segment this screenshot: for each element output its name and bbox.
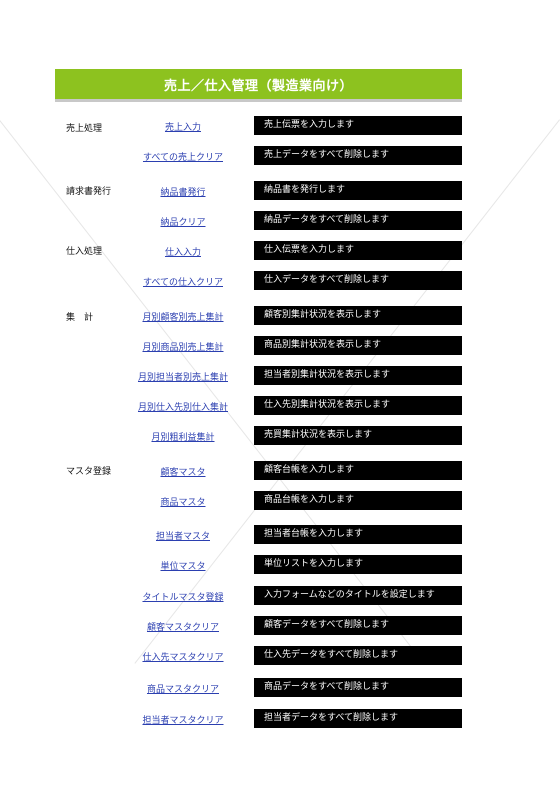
watermark-line — [134, 119, 560, 664]
menu-link[interactable]: 納品クリア — [103, 215, 263, 228]
menu-link[interactable]: 仕入入力 — [103, 245, 263, 258]
menu-link[interactable]: 単位マスタ — [103, 559, 263, 572]
menu-link[interactable]: 月別仕入先別仕入集計 — [103, 400, 263, 413]
menu-link[interactable]: 担当者マスタ — [103, 529, 263, 542]
description-box: 顧客データをすべて削除します — [254, 616, 462, 635]
menu-link[interactable]: タイトルマスタ登録 — [103, 590, 263, 603]
menu-link[interactable]: 商品マスタ — [103, 495, 263, 508]
description-box: 単位リストを入力します — [254, 555, 462, 574]
description-box: 入力フォームなどのタイトルを設定します — [254, 586, 462, 605]
description-box: 商品別集計状況を表示します — [254, 336, 462, 355]
menu-link[interactable]: 月別粗利益集計 — [103, 430, 263, 443]
description-box: 顧客別集計状況を表示します — [254, 306, 462, 325]
description-box: 売上データをすべて削除します — [254, 146, 462, 165]
description-box: 担当者別集計状況を表示します — [254, 366, 462, 385]
description-box: 仕入データをすべて削除します — [254, 271, 462, 290]
menu-link[interactable]: 月別担当者別売上集計 — [103, 370, 263, 383]
menu-link[interactable]: 月別顧客別売上集計 — [103, 310, 263, 323]
menu-link[interactable]: 月別商品別売上集計 — [103, 340, 263, 353]
description-box: 担当者台帳を入力します — [254, 525, 462, 544]
menu-link[interactable]: 顧客マスタクリア — [103, 620, 263, 633]
page-title: 売上／仕入管理（製造業向け） — [55, 69, 462, 99]
description-box: 売買集計状況を表示します — [254, 426, 462, 445]
description-box: 仕入伝票を入力します — [254, 241, 462, 260]
description-box: 仕入先別集計状況を表示します — [254, 396, 462, 415]
menu-link[interactable]: 仕入先マスタクリア — [103, 650, 263, 663]
description-box: 商品データをすべて削除します — [254, 678, 462, 697]
menu-link[interactable]: 商品マスタクリア — [103, 682, 263, 695]
menu-link[interactable]: 顧客マスタ — [103, 465, 263, 478]
description-box: 商品台帳を入力します — [254, 491, 462, 510]
description-box: 仕入先データをすべて削除します — [254, 646, 462, 665]
watermark-line — [0, 120, 425, 665]
section-label-sales: 売上処理 — [66, 124, 103, 134]
menu-link[interactable]: 納品書発行 — [103, 185, 263, 198]
section-label-summary: 集 計 — [66, 313, 94, 323]
description-box: 納品データをすべて削除します — [254, 211, 462, 230]
menu-link[interactable]: すべての仕入クリア — [103, 275, 263, 288]
menu-link[interactable]: 担当者マスタクリア — [103, 713, 263, 726]
menu-link[interactable]: すべての売上クリア — [103, 150, 263, 163]
menu-link[interactable]: 売上入力 — [103, 120, 263, 133]
description-box: 担当者データをすべて削除します — [254, 709, 462, 728]
description-box: 顧客台帳を入力します — [254, 461, 462, 480]
description-box: 売上伝票を入力します — [254, 116, 462, 135]
description-box: 納品書を発行します — [254, 181, 462, 200]
section-label-purchase: 仕入処理 — [66, 247, 103, 257]
